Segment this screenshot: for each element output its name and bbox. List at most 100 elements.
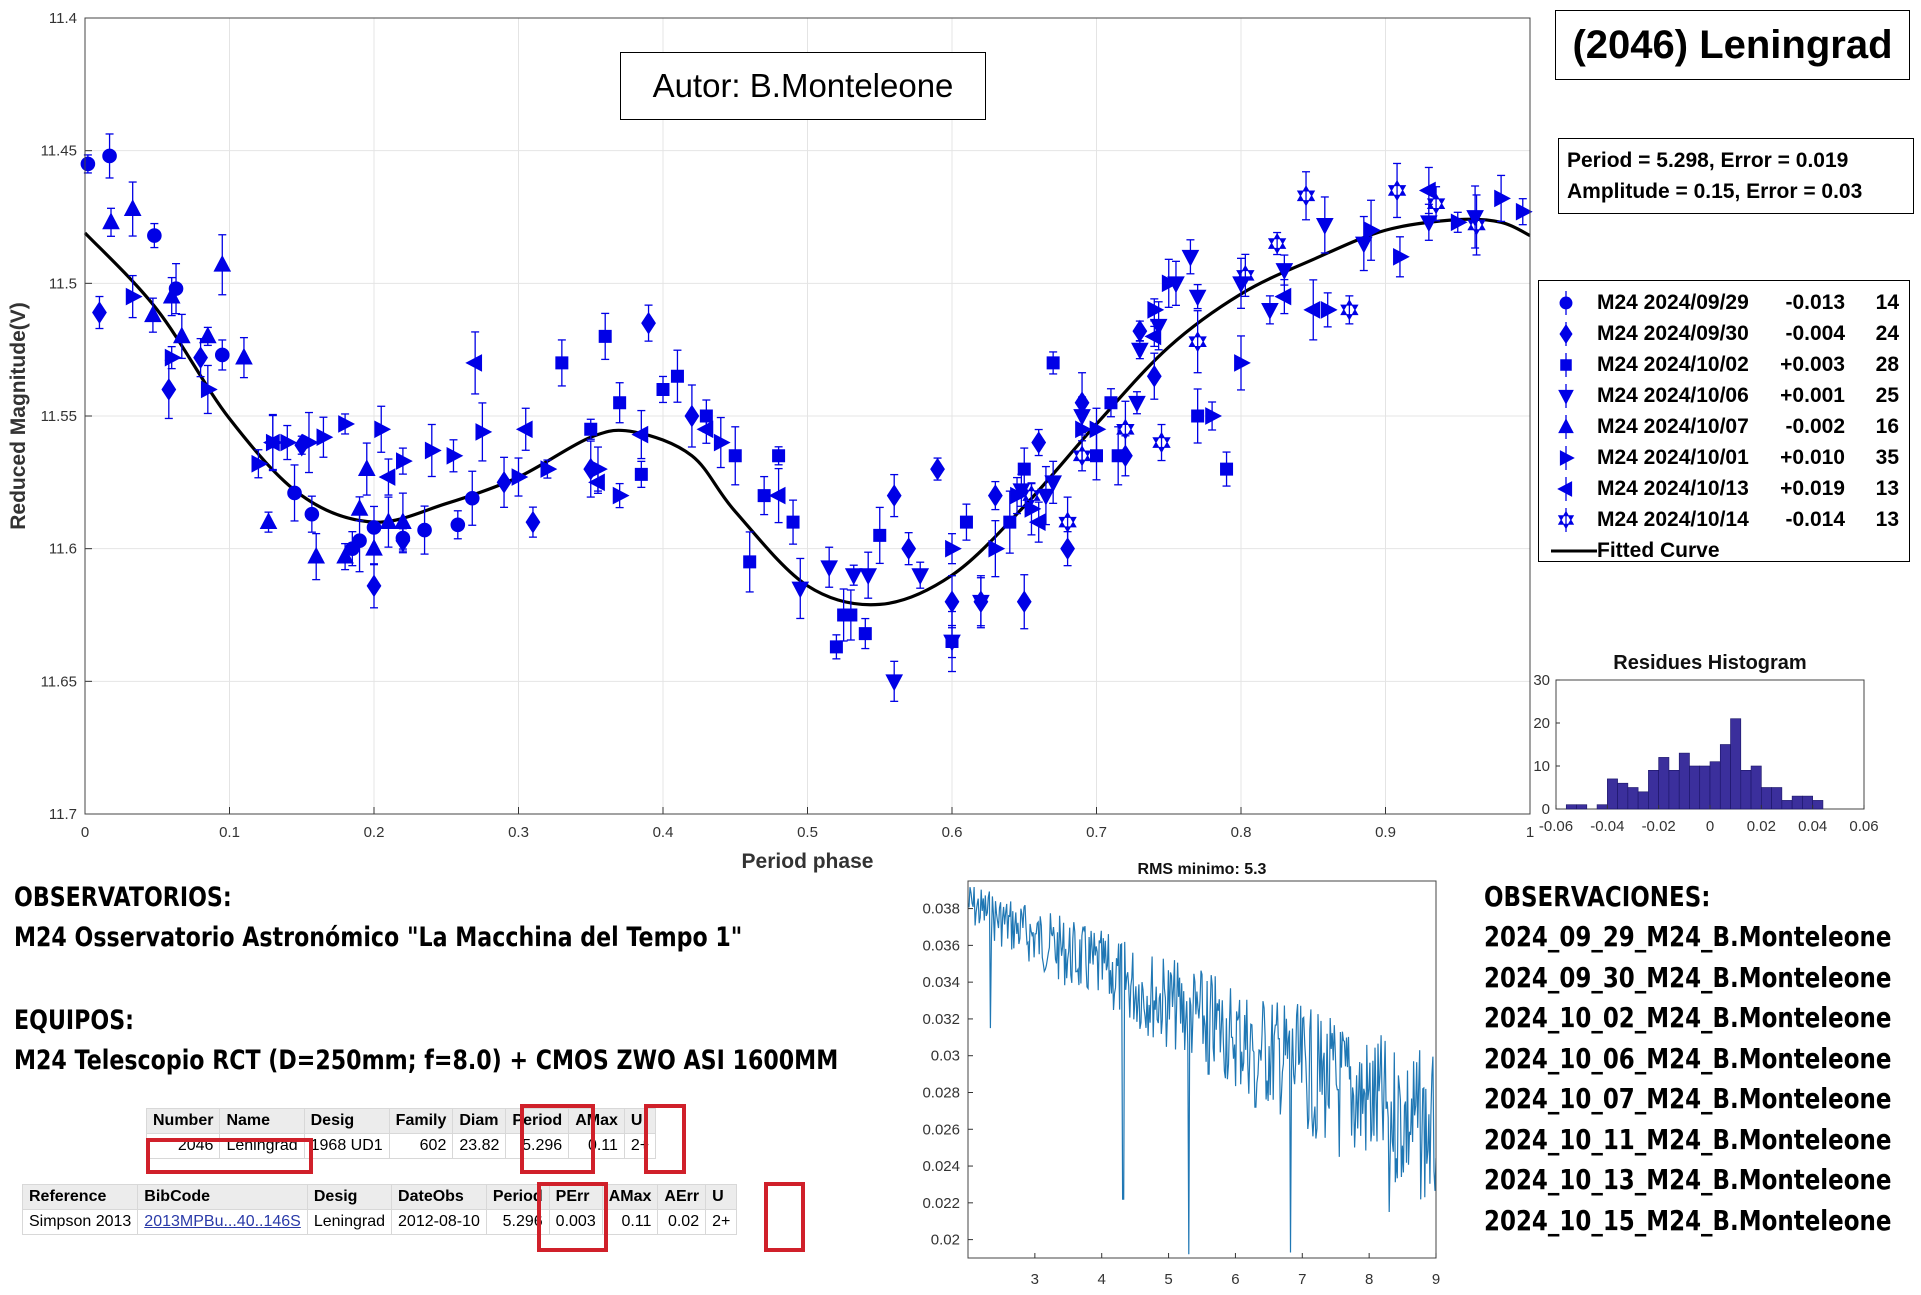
histogram-bar <box>1781 800 1793 810</box>
x-tick-label: 0.2 <box>364 824 385 841</box>
table-header-cell: DateObs <box>391 1184 487 1210</box>
data-point <box>772 449 786 463</box>
y-tick-label: 0.038 <box>922 901 960 918</box>
observation-item: 2024_09_30_M24_B.Monteleone <box>1484 960 1892 994</box>
legend-count: 13 <box>1875 477 1899 500</box>
data-point <box>584 422 598 436</box>
data-point <box>304 506 320 522</box>
observatory-line: M24 Osservatorio Astronómico "La Macchin… <box>14 922 743 953</box>
observatories-title: OBSERVATORIOS: <box>14 882 232 913</box>
y-tick-label: 0.024 <box>922 1158 960 1175</box>
histogram-bar <box>1802 795 1813 810</box>
legend-marker <box>1557 508 1575 532</box>
observations-list: OBSERVACIONES: 2024_09_29_M24_B.Monteleo… <box>1484 880 1891 1237</box>
histogram-bar <box>1658 757 1670 810</box>
legend-marker-shape <box>1560 359 1572 371</box>
table-header-cell: Reference <box>21 1184 139 1210</box>
author-box: Autor: B.Monteleone <box>620 52 986 120</box>
data-point <box>1046 356 1060 370</box>
data-point <box>102 148 117 164</box>
table-header-cell: BibCode <box>137 1184 308 1210</box>
lcdb-reference-table: Reference BibCode Desig DateObs Period PErr AM… <box>21 1184 738 1235</box>
table-cell: 1968 UD1 <box>303 1133 390 1159</box>
histogram-bar <box>1576 804 1588 810</box>
legend-name: M24 2024/10/02 <box>1597 353 1749 376</box>
residues-histogram: -0.06 -0.04 -0.02 0 0.02 0.04 0.06 0 10 20 30 Resid… <box>1533 652 1878 835</box>
observation-item: 2024_10_11_M24_B.Monteleone <box>1484 1122 1892 1156</box>
data-point <box>417 522 432 538</box>
table-cell[interactable]: 2013MPBu...40..146S <box>137 1209 308 1235</box>
y-tick-label: 0 <box>1542 801 1550 818</box>
data-point <box>555 356 569 370</box>
data-point <box>858 627 872 641</box>
x-axis-label: Period phase <box>742 850 874 873</box>
x-tick-label: 3 <box>1031 1271 1039 1288</box>
highlight-name-box <box>146 1138 313 1174</box>
histogram-bar <box>1617 782 1629 810</box>
legend-name: M24 2024/09/29 <box>1597 291 1749 314</box>
data-point <box>670 369 684 383</box>
histogram-bar <box>1637 791 1649 810</box>
observations-title: OBSERVACIONES: <box>1484 880 1711 913</box>
legend-offset: -0.004 <box>1785 322 1845 345</box>
bibcode-link[interactable]: 2013MPBu...40..146S <box>144 1213 301 1230</box>
y-tick-label: 0.03 <box>931 1048 960 1065</box>
data-point <box>1090 449 1103 463</box>
histogram-bar <box>1709 761 1721 810</box>
legend-name: M24 2024/10/06 <box>1597 384 1749 407</box>
legend-marker-shape <box>1557 481 1573 497</box>
x-tick-label: 0 <box>81 824 89 841</box>
y-tick-label: 11.55 <box>41 408 77 425</box>
histogram-bar <box>1648 770 1659 810</box>
x-tick-label: 5 <box>1164 1271 1172 1288</box>
data-point <box>1003 515 1017 529</box>
y-tick-label: 0.022 <box>922 1195 960 1212</box>
y-tick-label: 11.65 <box>41 673 77 690</box>
lightcurve-legend: M24 2024/09/29 -0.013 14 M24 2024/09/30 -0.0… <box>1538 280 1910 562</box>
legend-marker <box>1558 384 1574 408</box>
lightcurve-grid <box>84 17 1531 815</box>
x-tick-label: -0.04 <box>1590 818 1624 835</box>
legend-offset: +0.003 <box>1780 353 1845 376</box>
legend-marker <box>1557 477 1573 501</box>
highlight-u-box-2 <box>764 1182 805 1252</box>
data-point <box>757 489 771 503</box>
histogram-bar <box>1627 787 1639 810</box>
legend-offset: -0.013 <box>1785 291 1845 314</box>
legend-name: M24 2024/10/13 <box>1597 477 1749 500</box>
amplitude-stat: Amplitude = 0.15, Error = 0.03 <box>1567 180 1863 203</box>
data-point <box>1111 449 1125 463</box>
observation-item: 2024_09_29_M24_B.Monteleone <box>1484 920 1892 953</box>
legend-marker <box>1558 415 1574 439</box>
legend-count: 28 <box>1875 353 1899 376</box>
table-header-cell: AMax <box>601 1184 659 1210</box>
data-point <box>450 517 466 533</box>
x-tick-label: 7 <box>1298 1271 1306 1288</box>
x-tick-label: -0.06 <box>1539 818 1573 835</box>
x-tick-label: 0.5 <box>797 824 818 841</box>
data-point <box>464 490 480 506</box>
table-cell: Leningrad <box>306 1209 393 1235</box>
table-header-cell: U <box>705 1184 738 1210</box>
table-row: Simpson 2013 2013MPBu...40..146S Leningrad… <box>21 1209 738 1235</box>
x-tick-label: 0.3 <box>508 824 529 841</box>
data-point <box>287 485 302 501</box>
y-tick-label: 11.7 <box>49 806 77 823</box>
observation-item: 2024_10_07_M24_B.Monteleone <box>1484 1082 1892 1115</box>
histogram-bar <box>1750 765 1762 810</box>
fit-stats-box: Period = 5.298, Error = 0.019 Amplitude … <box>1558 138 1914 214</box>
data-point <box>959 515 973 529</box>
y-tick-label: 0.026 <box>922 1121 960 1138</box>
table-cell: 23.82 <box>452 1133 507 1159</box>
table-cell: 0.11 <box>601 1209 659 1235</box>
legend-marker-shape <box>1559 323 1573 345</box>
data-point <box>1104 396 1118 410</box>
histogram-bar <box>1607 778 1618 810</box>
legend-name: M24 2024/10/07 <box>1597 415 1749 438</box>
x-tick-label: -0.02 <box>1642 818 1676 835</box>
table-header-cell: Name <box>219 1108 305 1134</box>
histogram-bar <box>1791 795 1803 810</box>
highlight-period-box-2 <box>537 1182 608 1252</box>
histogram-bar <box>1740 770 1752 810</box>
data-point <box>598 329 612 343</box>
